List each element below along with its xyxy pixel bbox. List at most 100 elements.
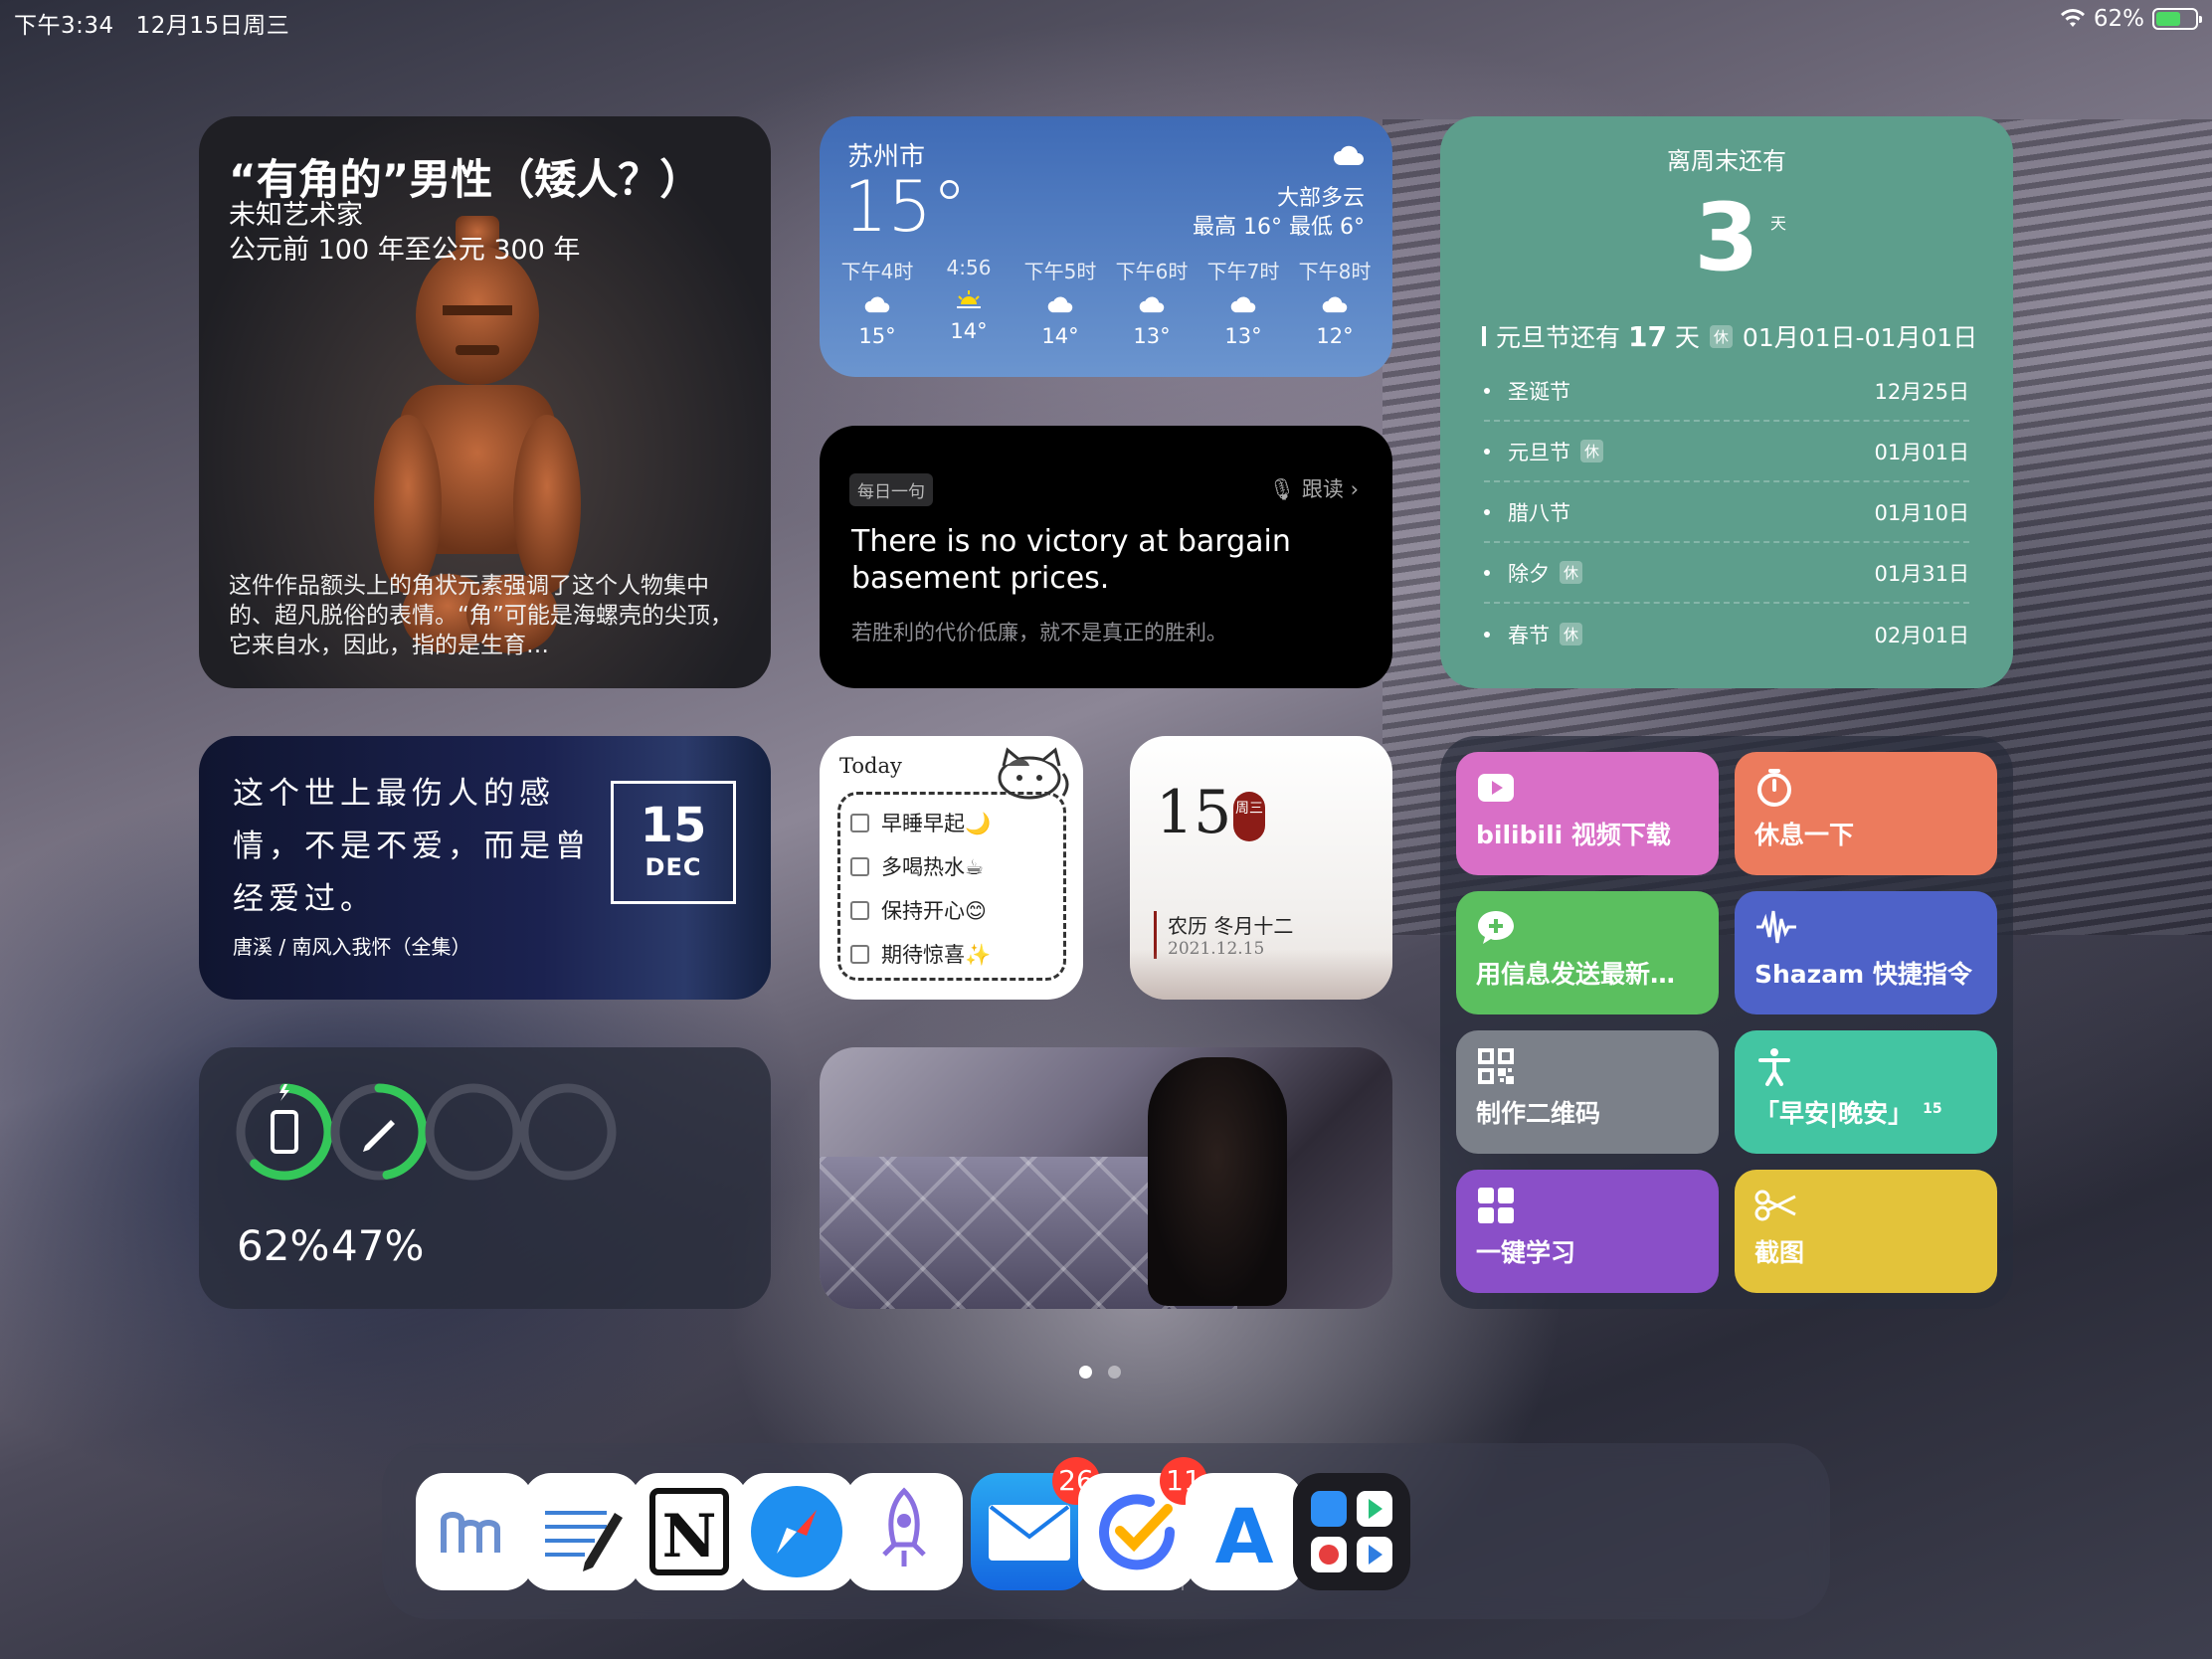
photo-widget[interactable] [820,1047,1392,1309]
quote-english: There is no victory at bargain basement … [851,524,1291,596]
shortcut-label: 制作二维码 [1476,1099,1601,1128]
wifi-icon [2060,9,2085,27]
hour-time: 4:56 [946,256,992,279]
timer-icon [1754,768,1977,812]
sunset-icon [929,279,1009,319]
shortcut-button[interactable]: 休息一下 [1735,752,1997,875]
checkbox[interactable] [850,813,869,832]
dock-app-3[interactable]: N [631,1473,748,1590]
marginnote-icon [416,1473,533,1594]
todo-text: 保持开心😊 [881,899,987,923]
battery-percent-1: 62% [237,1221,330,1270]
dock: N 26 11 A [382,1443,1830,1619]
cloud-icon [1203,284,1283,324]
holiday-date: 02月01日 [1874,623,1969,647]
hour-time: 下午5时 [1023,260,1097,283]
weekday-seal: 周三 [1233,792,1265,841]
page-dot-2[interactable] [1108,1366,1121,1379]
holiday-row: 圣诞节 12月25日 [1484,361,1969,422]
next-holiday-days: 17 [1627,320,1667,353]
shortcut-button[interactable]: Shazam 快捷指令 [1735,891,1997,1014]
holiday-name: 除夕休 [1508,558,1583,588]
bullet [1484,508,1490,515]
qrcode-icon [1476,1046,1699,1090]
cloud-icon [1112,284,1192,324]
battery-percent: 62% [2093,6,2144,32]
todo-widget[interactable]: Today 早睡早起🌙 多喝热水☕ 保持开心😊 期待惊喜✨ [820,736,1083,1000]
daily-quote-widget[interactable]: 每日一句 🎙 跟读 › There is no victory at barga… [820,426,1392,688]
dock-app-4[interactable] [738,1473,855,1590]
hour-time: 下午4时 [840,260,914,283]
holiday-label: 腊八节 [1508,500,1570,525]
holiday-tag: 休 [1580,440,1604,462]
todo-item[interactable]: 多喝热水☕ [850,844,1053,888]
holiday-name: 元旦节休 [1508,437,1604,466]
app-store-icon: A [1186,1473,1303,1594]
dock-app-8[interactable]: A [1186,1473,1303,1590]
hour-temp: 12° [1316,324,1354,348]
weather-widget[interactable]: 苏州市 15° 大部多云 最高 16° 最低 6° 下午4时 15° 4:56 14°… [820,116,1392,377]
countdown-days: 3 [1694,184,1759,292]
battery-percent-2: 47% [331,1221,425,1270]
hour-temp: 13° [1224,324,1262,348]
holiday-tag: 休 [1709,324,1733,348]
calendar-day: 15 [1156,778,1232,847]
todo-item[interactable]: 早睡早起🌙 [850,801,1053,844]
holiday-row: 春节休 02月01日 [1484,604,1969,664]
todo-item[interactable]: 期待惊喜✨ [850,932,1053,976]
shortcut-button[interactable]: 用信息发送最新… [1456,891,1719,1014]
page-dot-1[interactable] [1079,1366,1092,1379]
poem-text: 这个世上最伤人的感情，不是不爱，而是曾经爱过。 [233,776,591,917]
page-indicator[interactable] [1079,1366,1121,1379]
hour-5: 下午8时 12° [1295,256,1375,348]
batteries-widget[interactable]: 62% 47% [199,1047,771,1309]
shortcut-button[interactable]: 制作二维码 [1456,1030,1719,1154]
svg-text:N: N [662,1502,717,1571]
poem-source: 唐溪 / 南风入我怀（全集） [233,935,471,959]
museum-widget[interactable]: “有角的”男性（矮人？） 未知艺术家 公元前 100 年至公元 300 年 这件… [199,116,771,688]
shortcut-button[interactable]: 一键学习 [1456,1170,1719,1293]
next-holiday-line: 元旦节还有 17 天 休 01月01日-01月01日 [1482,318,1977,354]
holiday-row: 元旦节休 01月01日 [1484,422,1969,482]
dock-app-5[interactable] [845,1473,963,1590]
follow-read-link[interactable]: 🎙 跟读 › [1269,473,1359,503]
cloud-icon [1295,284,1375,324]
shortcut-button[interactable]: 「早安|晚安」 15 [1735,1030,1997,1154]
poem-widget[interactable]: 这个世上最伤人的感情，不是不爱，而是曾经爱过。 唐溪 / 南风入我怀（全集） 1… [199,736,771,1000]
cloud-icon [1020,284,1100,324]
shortcut-button[interactable]: bilibili 视频下载 [1456,752,1719,875]
hour-0: 下午4时 15° [837,256,917,348]
museum-artist: 未知艺术家 [229,200,363,231]
dock-app-2[interactable] [523,1473,641,1590]
dock-app-9[interactable] [1293,1473,1410,1590]
hour-time: 下午7时 [1206,260,1280,283]
hour-time: 下午8时 [1298,260,1372,283]
checkbox[interactable] [850,900,869,920]
museum-period: 公元前 100 年至公元 300 年 [229,235,581,266]
hour-temp: 13° [1133,324,1171,348]
bullet [1484,387,1490,394]
notes-pen-icon [523,1473,641,1594]
date-box: 15 DEC [611,781,736,904]
hour-time: 下午6时 [1115,260,1189,283]
poem-month: DEC [645,853,702,881]
shortcut-button[interactable]: 截图 [1735,1170,1997,1293]
countdown-widget[interactable]: 离周末还有 3 天 元旦节还有 17 天 休 01月01日-01月01日 圣诞节… [1440,116,2013,688]
grid-icon [1476,1186,1699,1229]
dock-app-6[interactable]: 26 [971,1457,1100,1590]
weather-condition: 大部多云 [1276,186,1365,211]
todo-item[interactable]: 保持开心😊 [850,888,1053,932]
holiday-row: 除夕休 01月31日 [1484,543,1969,604]
lunar-calendar-widget[interactable]: 15 周三 农历 冬月十二 2021.12.15 [1130,736,1392,1000]
safari-icon [738,1473,855,1594]
checkbox[interactable] [850,856,869,876]
dock-app-7[interactable]: 11 [1078,1457,1207,1590]
shortcut-label: 用信息发送最新… [1476,960,1676,989]
dock-app-1[interactable] [416,1473,533,1590]
todo-text: 早睡早起🌙 [881,812,992,835]
shortcut-label: 休息一下 [1754,821,1855,849]
checkbox[interactable] [850,944,869,964]
hour-temp: 14° [950,319,988,343]
holiday-date: 01月10日 [1874,500,1969,525]
holiday-name: 春节休 [1508,620,1583,649]
